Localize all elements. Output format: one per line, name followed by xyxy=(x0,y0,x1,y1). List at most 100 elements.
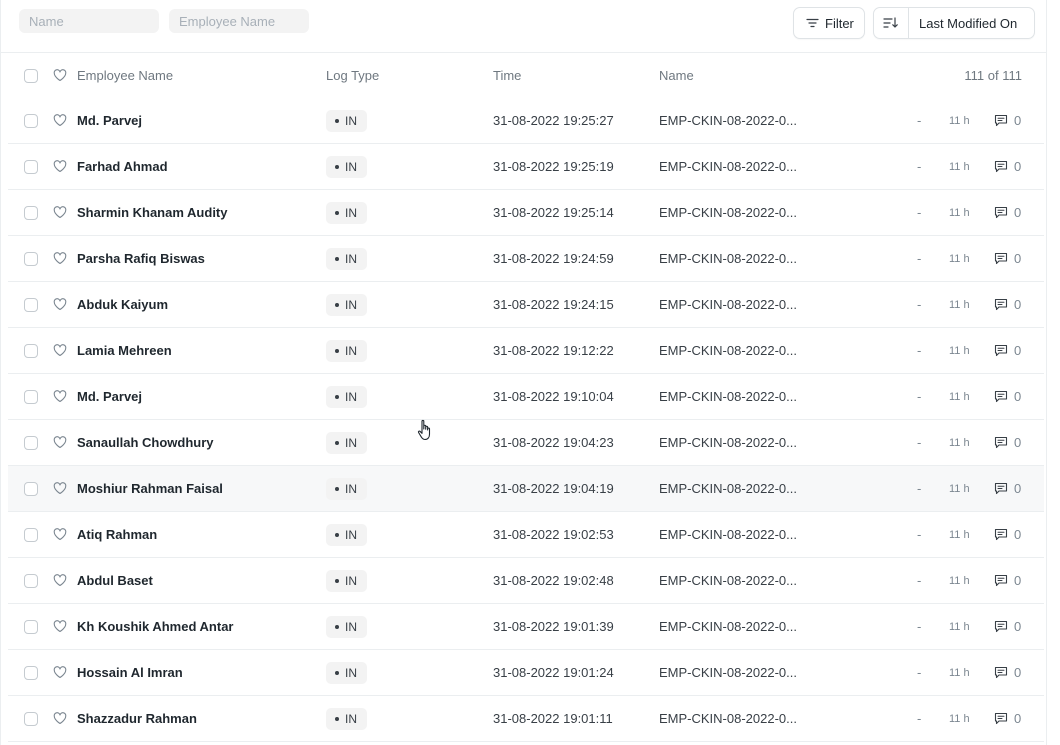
row-checkbox[interactable] xyxy=(24,527,38,542)
column-header-log-type[interactable]: Log Type xyxy=(326,53,379,98)
heart-icon[interactable] xyxy=(53,206,67,219)
heart-icon[interactable] xyxy=(53,390,67,403)
comment-count-button[interactable]: 0 xyxy=(994,558,1021,603)
comment-count-button[interactable]: 0 xyxy=(994,236,1021,281)
row-checkbox[interactable] xyxy=(24,159,38,174)
comment-count-button[interactable]: 0 xyxy=(994,466,1021,511)
employee-name-link[interactable]: Shazzadur Rahman xyxy=(77,696,197,741)
heart-icon[interactable] xyxy=(53,160,67,173)
employee-name-link[interactable]: Hossain Al Imran xyxy=(77,650,183,695)
employee-name-link[interactable]: Atiq Rahman xyxy=(77,512,157,557)
heart-icon[interactable] xyxy=(53,712,67,725)
empty-indicator: - xyxy=(917,481,922,496)
comment-count-button[interactable]: 0 xyxy=(994,144,1021,189)
comment-count-button[interactable]: 0 xyxy=(994,328,1021,373)
table-row[interactable]: Lamia Mehreen IN 31-08-2022 19:12:22 EMP… xyxy=(8,328,1044,374)
select-all-checkbox[interactable] xyxy=(24,68,38,83)
employee-name-link[interactable]: Abdul Baset xyxy=(77,558,153,603)
employee-name-link[interactable]: Sanaullah Chowdhury xyxy=(77,420,214,465)
table-row[interactable]: Atiq Rahman IN 31-08-2022 19:02:53 EMP-C… xyxy=(8,512,1044,558)
log-type-badge: IN xyxy=(326,431,367,454)
table-row[interactable]: Sanaullah Chowdhury IN 31-08-2022 19:04:… xyxy=(8,420,1044,466)
row-checkbox[interactable] xyxy=(24,389,38,404)
column-header-employee-name[interactable]: Employee Name xyxy=(77,53,173,98)
modified-time: 11 h xyxy=(949,252,970,265)
heart-icon[interactable] xyxy=(53,252,67,265)
table-row[interactable]: Moshiur Rahman Faisal IN 31-08-2022 19:0… xyxy=(8,466,1044,512)
comment-icon xyxy=(994,482,1008,495)
time-value: 31-08-2022 19:02:53 xyxy=(493,527,614,542)
table-row[interactable]: Md. Parvej IN 31-08-2022 19:10:04 EMP-CK… xyxy=(8,374,1044,420)
sort-direction-button[interactable] xyxy=(874,8,909,38)
column-header-time[interactable]: Time xyxy=(493,53,521,98)
comment-count-button[interactable]: 0 xyxy=(994,696,1021,741)
employee-name-link[interactable]: Parsha Rafiq Biswas xyxy=(77,236,205,281)
employee-name-link[interactable]: Md. Parvej xyxy=(77,374,142,419)
row-checkbox[interactable] xyxy=(24,481,38,496)
employee-name-link[interactable]: Md. Parvej xyxy=(77,98,142,143)
log-type-badge: IN xyxy=(326,339,367,362)
record-name: EMP-CKIN-08-2022-0... xyxy=(659,297,797,312)
comment-count-button[interactable]: 0 xyxy=(994,282,1021,327)
heart-icon[interactable] xyxy=(53,69,67,82)
heart-icon[interactable] xyxy=(53,574,67,587)
record-name: EMP-CKIN-08-2022-0... xyxy=(659,711,797,726)
log-type-label: IN xyxy=(345,251,357,266)
table-row[interactable]: Abduk Kaiyum IN 31-08-2022 19:24:15 EMP-… xyxy=(8,282,1044,328)
row-checkbox[interactable] xyxy=(24,113,38,128)
employee-name-filter-input[interactable] xyxy=(169,9,309,33)
table-row[interactable]: Farhad Ahmad IN 31-08-2022 19:25:19 EMP-… xyxy=(8,144,1044,190)
table-header: Employee Name Log Type Time Name 111 of … xyxy=(8,53,1044,98)
table-row[interactable]: Shazzadur Rahman IN 31-08-2022 19:01:11 … xyxy=(8,696,1044,742)
filter-button[interactable]: Filter xyxy=(793,7,865,39)
empty-indicator: - xyxy=(917,665,922,680)
heart-icon[interactable] xyxy=(53,666,67,679)
employee-name-link[interactable]: Farhad Ahmad xyxy=(77,144,168,189)
row-checkbox[interactable] xyxy=(24,435,38,450)
row-checkbox[interactable] xyxy=(24,573,38,588)
filter-button-label: Filter xyxy=(825,15,854,31)
employee-name-link[interactable]: Abduk Kaiyum xyxy=(77,282,168,327)
status-dot xyxy=(335,118,339,123)
heart-icon[interactable] xyxy=(53,344,67,357)
comment-count-button[interactable]: 0 xyxy=(994,374,1021,419)
employee-name-link[interactable]: Moshiur Rahman Faisal xyxy=(77,466,223,511)
time-value: 31-08-2022 19:12:22 xyxy=(493,343,614,358)
comment-count-button[interactable]: 0 xyxy=(994,420,1021,465)
table-row[interactable]: Parsha Rafiq Biswas IN 31-08-2022 19:24:… xyxy=(8,236,1044,282)
empty-indicator: - xyxy=(917,435,922,450)
row-checkbox[interactable] xyxy=(24,619,38,634)
column-header-name[interactable]: Name xyxy=(659,53,694,98)
name-filter-input[interactable] xyxy=(19,9,159,33)
heart-icon[interactable] xyxy=(53,114,67,127)
row-checkbox[interactable] xyxy=(24,251,38,266)
heart-icon[interactable] xyxy=(53,298,67,311)
comment-icon xyxy=(994,160,1008,173)
comment-count-button[interactable]: 0 xyxy=(994,98,1021,143)
row-checkbox[interactable] xyxy=(24,205,38,220)
employee-name-link[interactable]: Kh Koushik Ahmed Antar xyxy=(77,604,234,649)
employee-name-link[interactable]: Sharmin Khanam Audity xyxy=(77,190,227,235)
table-row[interactable]: Abdul Baset IN 31-08-2022 19:02:48 EMP-C… xyxy=(8,558,1044,604)
heart-icon[interactable] xyxy=(53,482,67,495)
employee-name-link[interactable]: Lamia Mehreen xyxy=(77,328,172,373)
empty-indicator: - xyxy=(917,159,922,174)
comment-count-button[interactable]: 0 xyxy=(994,190,1021,235)
heart-icon[interactable] xyxy=(53,620,67,633)
table-row[interactable]: Sharmin Khanam Audity IN 31-08-2022 19:2… xyxy=(8,190,1044,236)
heart-icon[interactable] xyxy=(53,436,67,449)
comment-count-button[interactable]: 0 xyxy=(994,604,1021,649)
record-count: 111 of 111 xyxy=(964,68,1022,83)
sort-field-button[interactable]: Last Modified On xyxy=(909,16,1034,31)
comment-count: 0 xyxy=(1014,619,1022,634)
row-checkbox[interactable] xyxy=(24,297,38,312)
row-checkbox[interactable] xyxy=(24,665,38,680)
heart-icon[interactable] xyxy=(53,528,67,541)
table-row[interactable]: Md. Parvej IN 31-08-2022 19:25:27 EMP-CK… xyxy=(8,98,1044,144)
comment-count-button[interactable]: 0 xyxy=(994,512,1021,557)
comment-count-button[interactable]: 0 xyxy=(994,650,1021,695)
row-checkbox[interactable] xyxy=(24,343,38,358)
table-row[interactable]: Hossain Al Imran IN 31-08-2022 19:01:24 … xyxy=(8,650,1044,696)
row-checkbox[interactable] xyxy=(24,711,38,726)
table-row[interactable]: Kh Koushik Ahmed Antar IN 31-08-2022 19:… xyxy=(8,604,1044,650)
